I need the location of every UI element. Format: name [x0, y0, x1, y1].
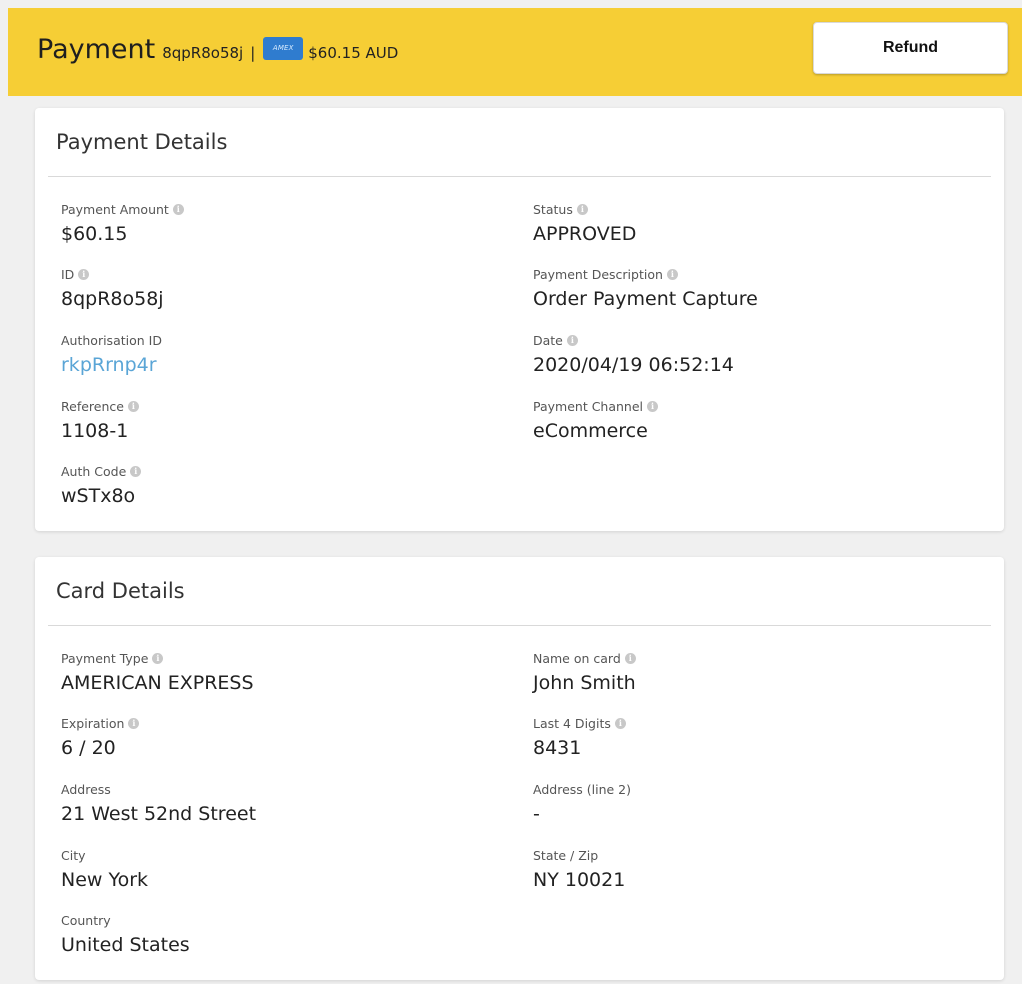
info-icon[interactable]: i — [576, 203, 588, 215]
info-icon[interactable]: i — [172, 203, 184, 215]
expiration-field: Expiration i 6 / 20 — [61, 715, 140, 759]
amex-card-icon-text: AMEX — [272, 44, 294, 52]
address-field: Address 21 West 52nd Street — [61, 781, 257, 826]
authorisation-id-link[interactable]: rkpRrnp4r — [61, 354, 162, 376]
status-value: APPROVED — [533, 223, 637, 245]
card-details-title: Card Details — [56, 579, 185, 603]
payment-type-label: Payment Type — [61, 650, 149, 666]
status-field: Status i APPROVED — [533, 201, 637, 246]
city-field: City New York — [61, 847, 149, 892]
address-line-2-field: Address (line 2) - — [533, 781, 631, 826]
authorisation-id-field: Authorisation ID rkpRrnp4r — [61, 332, 162, 377]
header-amount: $60.15 AUD — [308, 44, 399, 62]
status-label: Status — [533, 201, 573, 217]
reference-field: Reference i 1108-1 — [61, 398, 139, 442]
info-icon[interactable]: i — [152, 652, 164, 664]
state-zip-field: State / Zip NY 10021 — [533, 847, 626, 892]
info-icon[interactable]: i — [624, 652, 636, 664]
reference-value: 1108-1 — [61, 420, 129, 442]
city-label: City — [61, 847, 86, 863]
payment-amount-value: $60.15 — [61, 223, 128, 245]
info-icon[interactable]: i — [566, 334, 578, 346]
refund-button[interactable]: Refund — [813, 22, 1008, 74]
auth-code-field: Auth Code i wSTx8o — [61, 463, 142, 507]
auth-code-value: wSTx8o — [61, 485, 136, 507]
header-separator: | — [250, 44, 256, 62]
info-icon[interactable]: i — [78, 268, 90, 280]
auth-code-label: Auth Code — [61, 463, 127, 479]
card-details-card: Card Details Payment Type i AMERICAN EXPR… — [35, 557, 1004, 980]
page-title: Payment — [37, 34, 156, 65]
payment-description-label: Payment Description — [533, 266, 663, 282]
payment-details-title: Payment Details — [56, 130, 228, 154]
header-title-row: Payment 8qpR8o58j | AMEX $60.15 AUD — [37, 34, 398, 65]
authorisation-id-label: Authorisation ID — [61, 332, 162, 348]
date-field: Date i 2020/04/19 06:52:14 — [533, 332, 734, 377]
info-icon[interactable]: i — [127, 400, 139, 412]
header-payment-id: 8qpR8o58j — [162, 44, 244, 62]
id-label: ID — [61, 266, 75, 282]
state-zip-value: NY 10021 — [533, 869, 626, 891]
info-icon[interactable]: i — [666, 268, 678, 280]
country-label: Country — [61, 912, 111, 928]
payment-channel-label: Payment Channel — [533, 398, 644, 414]
state-zip-label: State / Zip — [533, 847, 599, 863]
last-4-digits-label: Last 4 Digits — [533, 715, 611, 731]
name-on-card-field: Name on card i John Smith — [533, 650, 636, 694]
amex-card-icon: AMEX — [263, 37, 304, 60]
date-label: Date — [533, 332, 563, 348]
payment-channel-field: Payment Channel i eCommerce — [533, 398, 659, 442]
payment-type-value: AMERICAN EXPRESS — [61, 672, 254, 694]
address-label: Address — [61, 781, 111, 797]
payment-channel-value: eCommerce — [533, 420, 648, 442]
payment-description-value: Order Payment Capture — [533, 288, 758, 310]
id-field: ID i 8qpR8o58j — [61, 266, 164, 311]
name-on-card-label: Name on card — [533, 650, 621, 666]
info-icon[interactable]: i — [614, 717, 626, 729]
payment-description-field: Payment Description i Order Payment Captu… — [533, 266, 758, 311]
payment-type-field: Payment Type i AMERICAN EXPRESS — [61, 650, 254, 695]
payment-details-divider — [48, 176, 991, 177]
last-4-digits-value: 8431 — [533, 737, 582, 759]
expiration-value: 6 / 20 — [61, 737, 116, 759]
date-value: 2020/04/19 06:52:14 — [533, 354, 734, 376]
id-value: 8qpR8o58j — [61, 288, 164, 310]
address-line-2-value: - — [533, 803, 540, 825]
reference-label: Reference — [61, 398, 124, 414]
payment-amount-field: Payment Amount i $60.15 — [61, 201, 184, 245]
card-details-divider — [48, 625, 991, 626]
city-value: New York — [61, 869, 149, 891]
expiration-label: Expiration — [61, 715, 125, 731]
info-icon[interactable]: i — [128, 717, 140, 729]
last-4-digits-field: Last 4 Digits i 8431 — [533, 715, 626, 759]
address-line-2-label: Address (line 2) — [533, 781, 631, 797]
payment-details-card: Payment Details Payment Amount i $60.15 I… — [35, 108, 1004, 531]
country-field: Country United States — [61, 912, 190, 957]
info-icon[interactable]: i — [130, 465, 142, 477]
name-on-card-value: John Smith — [533, 672, 636, 694]
info-icon[interactable]: i — [647, 400, 659, 412]
country-value: United States — [61, 934, 190, 956]
payment-amount-label: Payment Amount — [61, 201, 169, 217]
address-value: 21 West 52nd Street — [61, 803, 257, 825]
